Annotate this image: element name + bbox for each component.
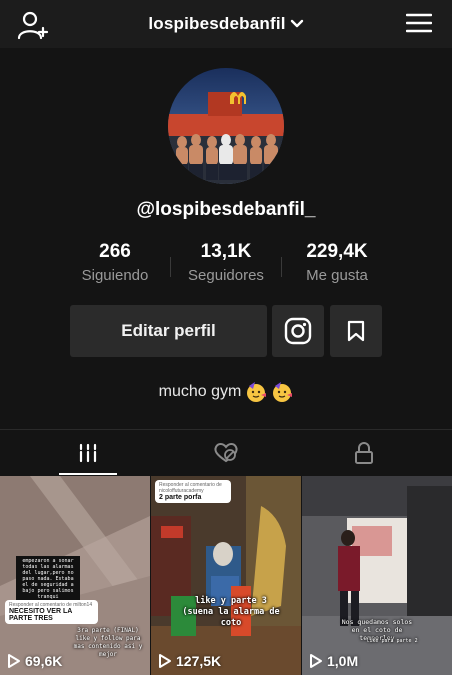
play-icon xyxy=(159,654,171,668)
view-count: 1,0M xyxy=(309,653,358,669)
profile-tabs xyxy=(0,429,452,476)
video-caption: like y parte 3 (suena la alarma de coto xyxy=(182,596,280,628)
video-caption: empezaron a sonar todas las alarmas del … xyxy=(16,556,80,602)
favorites-button[interactable] xyxy=(330,305,382,357)
active-tab-indicator xyxy=(59,473,117,475)
tab-videos[interactable] xyxy=(13,430,163,476)
play-icon xyxy=(310,654,322,668)
party-face-emoji xyxy=(247,382,267,402)
add-user-button[interactable] xyxy=(17,10,49,40)
party-face-emoji xyxy=(273,382,293,402)
top-bar: lospibesdebanfil xyxy=(0,0,452,48)
stat-value: 13,1K xyxy=(200,241,252,262)
sticker-text: 2 parte porfa xyxy=(159,494,202,501)
profile-actions: Editar perfil xyxy=(0,305,452,357)
stat-label: Seguidores xyxy=(188,267,264,284)
video-thumbnail[interactable]: empezaron a sonar todas las alarmas del … xyxy=(0,476,150,675)
bio: mucho gym xyxy=(0,381,452,403)
page-title: lospibesdebanfil xyxy=(148,14,286,33)
avatar[interactable] xyxy=(168,68,284,184)
stat-value: 229,4K xyxy=(306,241,368,262)
comment-reply-sticker: Responder al comentario de milton14 NECE… xyxy=(5,600,98,624)
menu-button[interactable] xyxy=(405,12,433,34)
tab-private[interactable] xyxy=(289,430,439,476)
stat-label: Siguiendo xyxy=(81,267,149,284)
bio-text: mucho gym xyxy=(158,383,242,400)
lock-icon xyxy=(355,442,373,464)
hamburger-menu-icon xyxy=(405,13,433,33)
stat-followers[interactable]: 13,1K Seguidores xyxy=(166,241,286,284)
view-count: 127,5K xyxy=(158,653,221,669)
avatar-image xyxy=(168,68,284,184)
add-user-icon xyxy=(17,11,49,40)
tab-liked[interactable] xyxy=(151,430,301,476)
comment-reply-sticker: Responder al comentario de nicoloffutura… xyxy=(155,480,231,503)
hidden-heart-icon xyxy=(214,443,238,463)
video-frame-image xyxy=(302,476,452,675)
grid-icon xyxy=(79,443,97,463)
video-grid: empezaron a sonar todas las alarmas del … xyxy=(0,476,452,675)
profile-handle: @lospibesdebanfil_ xyxy=(136,199,316,220)
video-thumbnail[interactable]: Responder al comentario de nicoloffutura… xyxy=(151,476,301,675)
play-icon xyxy=(8,654,20,668)
sticker-reply-label: Responder al comentario de nicoloffutura… xyxy=(159,482,222,494)
chevron-down-icon xyxy=(290,19,303,28)
stat-following[interactable]: 266 Siguiendo xyxy=(55,241,175,284)
sticker-text: NECESITO VER LA PARTE TRES xyxy=(9,608,73,622)
instagram-button[interactable] xyxy=(272,305,324,357)
video-thumbnail[interactable]: Nos quedamos solos en el coto de temperl… xyxy=(302,476,452,675)
stat-value: 266 xyxy=(99,241,131,262)
view-count-value: 1,0M xyxy=(327,653,359,669)
account-switcher[interactable]: lospibesdebanfil xyxy=(148,14,303,34)
stat-label: Me gusta xyxy=(306,267,368,284)
video-caption-footer: 3ra parte (FINAL) like y follow para mas… xyxy=(73,627,143,658)
bookmark-icon xyxy=(347,320,365,342)
edit-profile-button[interactable]: Editar perfil xyxy=(70,305,267,357)
video-caption-footer: like para parte 2 xyxy=(366,638,418,644)
view-count: 69,6K xyxy=(7,653,62,669)
instagram-icon xyxy=(284,317,312,345)
video-frame-image xyxy=(151,476,301,675)
view-count-value: 69,6K xyxy=(25,653,63,669)
view-count-value: 127,5K xyxy=(176,653,222,669)
stat-likes[interactable]: 229,4K Me gusta xyxy=(277,241,397,284)
profile-stats: 266 Siguiendo 13,1K Seguidores 229,4K Me… xyxy=(0,241,452,291)
